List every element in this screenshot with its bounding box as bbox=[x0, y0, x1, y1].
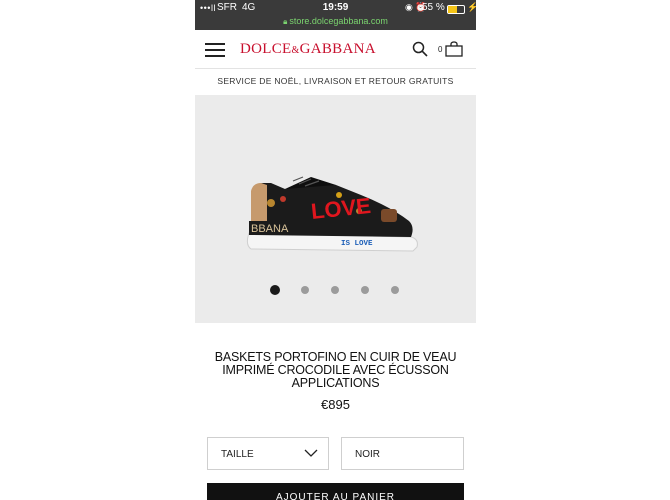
color-select-value: NOIR bbox=[355, 449, 380, 460]
shoe-is-love-text: IS LOVE bbox=[341, 240, 373, 248]
logo-right: GABBANA bbox=[299, 41, 376, 57]
product-title: BASKETS PORTOFINO EN CUIR DE VEAU IMPRIM… bbox=[214, 350, 457, 390]
size-select-label: TAILLE bbox=[221, 449, 254, 460]
shoe-heel-text: BBANA bbox=[251, 223, 289, 235]
status-bar: •••ll SFR 4G 19:59 ◉ ⏰ 55 % ⚡ 🔒︎ store.do… bbox=[195, 0, 476, 30]
carousel-dot[interactable] bbox=[331, 286, 339, 294]
product-image-carousel[interactable]: BBANA LOVE IS LOVE bbox=[195, 95, 476, 323]
search-icon[interactable] bbox=[412, 41, 428, 57]
charging-icon: ⚡ bbox=[467, 2, 476, 12]
battery-icon bbox=[447, 5, 465, 14]
carousel-dot[interactable] bbox=[391, 286, 399, 294]
site-header: DOLCE&GABBANA 0 bbox=[195, 30, 476, 69]
carousel-dot[interactable] bbox=[301, 286, 309, 294]
address-bar[interactable]: 🔒︎ store.dolcegabbana.com bbox=[195, 16, 476, 27]
product-info: BASKETS PORTOFINO EN CUIR DE VEAU IMPRIM… bbox=[195, 323, 476, 500]
size-select[interactable]: TAILLE bbox=[207, 437, 329, 470]
battery-percent: 55 % bbox=[422, 2, 445, 13]
hamburger-menu-icon[interactable] bbox=[205, 43, 225, 57]
brand-logo[interactable]: DOLCE&GABBANA bbox=[240, 41, 376, 58]
sneaker-image: BBANA LOVE IS LOVE bbox=[246, 176, 418, 252]
url-text: store.dolcegabbana.com bbox=[289, 16, 388, 26]
carousel-dot[interactable] bbox=[361, 286, 369, 294]
carousel-dot[interactable] bbox=[270, 285, 280, 295]
chevron-down-icon bbox=[304, 449, 318, 457]
carousel-dots bbox=[195, 284, 476, 296]
product-price: €895 bbox=[321, 397, 350, 412]
cart-count: 0 bbox=[438, 45, 443, 54]
mobile-browser: •••ll SFR 4G 19:59 ◉ ⏰ 55 % ⚡ 🔒︎ store.do… bbox=[195, 0, 476, 500]
lock-icon: 🔒︎ bbox=[283, 17, 288, 26]
logo-amp: & bbox=[291, 45, 300, 56]
add-to-bag-button[interactable]: AJOUTER AU PANIER bbox=[207, 483, 464, 500]
promo-banner[interactable]: SERVICE DE NOËL, LIVRAISON ET RETOUR GRA… bbox=[195, 69, 476, 94]
logo-left: DOLCE bbox=[240, 41, 292, 57]
shopping-bag-icon[interactable] bbox=[445, 41, 463, 57]
color-select[interactable]: NOIR bbox=[341, 437, 464, 470]
